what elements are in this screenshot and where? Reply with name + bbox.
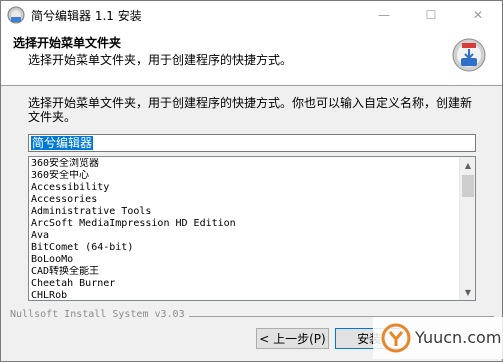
folder-list-item[interactable]: 360安全中心 [31,170,457,182]
folder-list[interactable]: 360安全浏览器 360安全中心 Accessibility Accessories A… [28,156,476,301]
maximize-button[interactable]: ☐ [408,1,454,29]
watermark: Yuucn.com [373,317,503,359]
back-button[interactable]: < 上一步(P) [256,328,329,349]
scroll-down-arrow-icon[interactable]: ▼ [460,284,475,300]
page-header: 选择开始菜单文件夹 选择开始菜单文件夹，用于创建程序的快捷方式。 [1,29,502,86]
folder-list-items: 360安全浏览器 360安全中心 Accessibility Accessories A… [31,158,457,300]
list-scrollbar[interactable]: ▲ ▼ [459,157,475,300]
folder-list-item[interactable]: Administrative Tools [31,206,457,218]
window-title: 简兮编辑器 1.1 安装 [31,9,142,23]
folder-list-item[interactable]: 360安全浏览器 [31,158,457,170]
watermark-text: Yuucn.com [415,328,502,347]
folder-list-item[interactable]: Ava [31,230,457,242]
folder-list-item[interactable]: Accessibility [31,182,457,194]
folder-list-item[interactable]: ArcSoft MediaImpression HD Edition [31,218,457,230]
folder-list-item[interactable]: Accessories [31,194,457,206]
installer-disk-icon [451,37,487,73]
scroll-thumb[interactable] [462,175,474,197]
folder-name-value: 简兮编辑器 [31,136,94,150]
intro-text: 选择开始菜单文件夹，用于创建程序的快捷方式。你也可以输入自定义名称，创建新文件夹… [28,96,473,124]
close-button[interactable]: ✕ [455,1,501,29]
watermark-logo-icon [381,323,411,353]
scroll-up-arrow-icon[interactable]: ▲ [460,157,475,173]
folder-list-item[interactable]: CAD转换全能王 [31,266,457,278]
folder-list-item[interactable]: Cheetah Burner [31,278,457,290]
page-subtitle: 选择开始菜单文件夹，用于创建程序的快捷方式。 [28,53,293,67]
page-title: 选择开始菜单文件夹 [13,36,122,50]
title-bar[interactable]: 简兮编辑器 1.1 安装 — ☐ ✕ [1,1,502,29]
installer-window: 简兮编辑器 1.1 安装 — ☐ ✕ 选择开始菜单文件夹 选择开始菜单文件夹，用… [0,0,503,362]
installer-app-icon [7,6,25,24]
folder-name-input[interactable]: 简兮编辑器 [28,134,476,152]
folder-list-item[interactable]: BoLooMo [31,254,457,266]
minimize-button[interactable]: — [361,1,407,29]
nsis-branding: Nullsoft Install System v3.03 [10,309,189,320]
folder-list-item[interactable]: BitComet (64-bit) [31,242,457,254]
folder-list-item[interactable]: CHLRob [31,290,457,300]
